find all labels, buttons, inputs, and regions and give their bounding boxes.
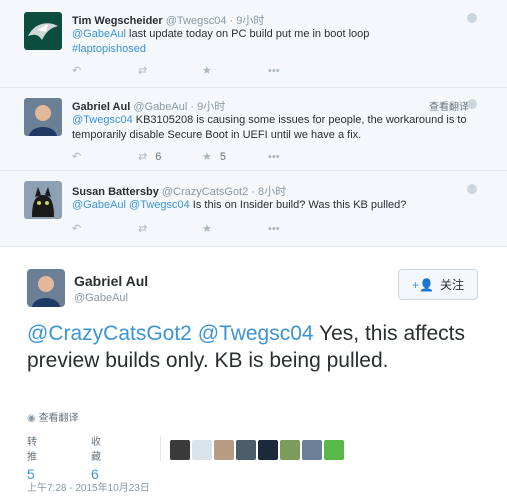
tweet-text: @CrazyCatsGot2 @Twegsc04 Yes, this affec… <box>27 322 465 372</box>
mention-link[interactable]: @GabeAul <box>72 28 126 40</box>
tweet-header: Gabriel Aul @GabeAul · 9小时 <box>72 101 226 113</box>
more-options-icon[interactable] <box>467 184 477 194</box>
mention-link[interactable]: @Twegsc04 <box>72 114 133 126</box>
tweet-text: @GabeAul @Twegsc04 Is this on Insider bu… <box>72 199 407 211</box>
globe-icon: ◉ <box>27 413 36 424</box>
retweet-label: 转推 <box>27 437 37 463</box>
retweet-icon[interactable]: ⇄ 6 <box>138 150 161 164</box>
avatar[interactable] <box>27 269 65 307</box>
mention-link[interactable]: @CrazyCatsGot2 <box>27 322 192 345</box>
screen-name[interactable]: @GabeAul <box>74 292 128 304</box>
avatar[interactable] <box>302 440 322 460</box>
globe-icon[interactable] <box>467 99 477 109</box>
tweet-header: Susan Battersby @CrazyCatsGot2 · 8小时 <box>72 186 287 198</box>
mention-link[interactable]: @GabeAul <box>72 199 126 211</box>
avatar[interactable] <box>214 440 234 460</box>
avatar[interactable] <box>280 440 300 460</box>
avatar[interactable] <box>324 440 344 460</box>
reply-icon[interactable]: ↶ <box>72 64 81 78</box>
reply-icon[interactable]: ↶ <box>72 150 81 164</box>
translate-link[interactable]: ◉ 查看翻译 <box>27 409 79 424</box>
timestamp[interactable]: 8小时 <box>258 186 286 198</box>
follow-button[interactable]: +👤 关注 <box>398 269 478 300</box>
reply-icon[interactable]: ↶ <box>72 222 81 236</box>
more-options-icon[interactable] <box>467 13 477 23</box>
avatar[interactable] <box>236 440 256 460</box>
avatar[interactable] <box>24 12 62 50</box>
user-name[interactable]: Tim Wegscheider <box>72 15 163 27</box>
star-icon[interactable]: ★ 5 <box>202 150 226 164</box>
timestamp[interactable]: 9小时 <box>197 101 225 113</box>
timestamp[interactable]: 9小时 <box>236 15 264 27</box>
favorite-count: 5 <box>219 151 226 163</box>
avatar[interactable] <box>258 440 278 460</box>
user-name[interactable]: Susan Battersby <box>72 186 159 198</box>
stats-divider <box>160 436 161 462</box>
screen-name[interactable]: @Twegsc04 <box>166 15 227 27</box>
retweet-icon[interactable]: ⇄ <box>138 222 147 236</box>
tweet-timestamp[interactable]: 上午7:28 - 2015年10月23日 <box>27 479 150 494</box>
retweeter-avatars <box>170 440 344 460</box>
favorite-label: 收藏 <box>91 437 101 463</box>
favorite-stat[interactable]: 收藏 6 <box>91 433 101 482</box>
retweet-icon[interactable]: ⇄ <box>138 64 147 78</box>
more-icon[interactable]: ••• <box>268 150 280 164</box>
reply-thread: Tim Wegscheider @Twegsc04 · 9小时 @GabeAul… <box>0 0 507 247</box>
tweet-text: @Twegsc04 KB3105208 is causing some issu… <box>72 114 467 141</box>
star-icon[interactable]: ★ <box>202 64 212 78</box>
avatar[interactable] <box>24 98 62 136</box>
more-icon[interactable]: ••• <box>268 222 280 236</box>
translate-link[interactable]: 查看翻译 <box>429 98 469 113</box>
tweet-header: Tim Wegscheider @Twegsc04 · 9小时 <box>72 15 265 27</box>
star-icon[interactable]: ★ <box>202 222 212 236</box>
avatar[interactable] <box>170 440 190 460</box>
retweet-count: 6 <box>155 151 162 163</box>
screen-name[interactable]: @GabeAul <box>133 101 187 113</box>
user-name[interactable]: Gabriel Aul <box>72 101 130 113</box>
mention-link[interactable]: @Twegsc04 <box>198 322 314 345</box>
follow-label: 关注 <box>439 278 464 292</box>
user-name[interactable]: Gabriel Aul <box>74 273 148 289</box>
screen-name[interactable]: @CrazyCatsGot2 <box>162 186 248 198</box>
more-icon[interactable]: ••• <box>268 64 280 78</box>
tweet-text: @GabeAul last update today on PC build p… <box>72 28 370 55</box>
avatar[interactable] <box>24 181 62 219</box>
avatar[interactable] <box>192 440 212 460</box>
add-user-icon: +👤 <box>412 277 434 292</box>
mention-link[interactable]: @Twegsc04 <box>129 199 190 211</box>
retweet-stat[interactable]: 转推 5 <box>27 433 37 482</box>
hashtag-link[interactable]: #laptopishosed <box>72 43 146 55</box>
